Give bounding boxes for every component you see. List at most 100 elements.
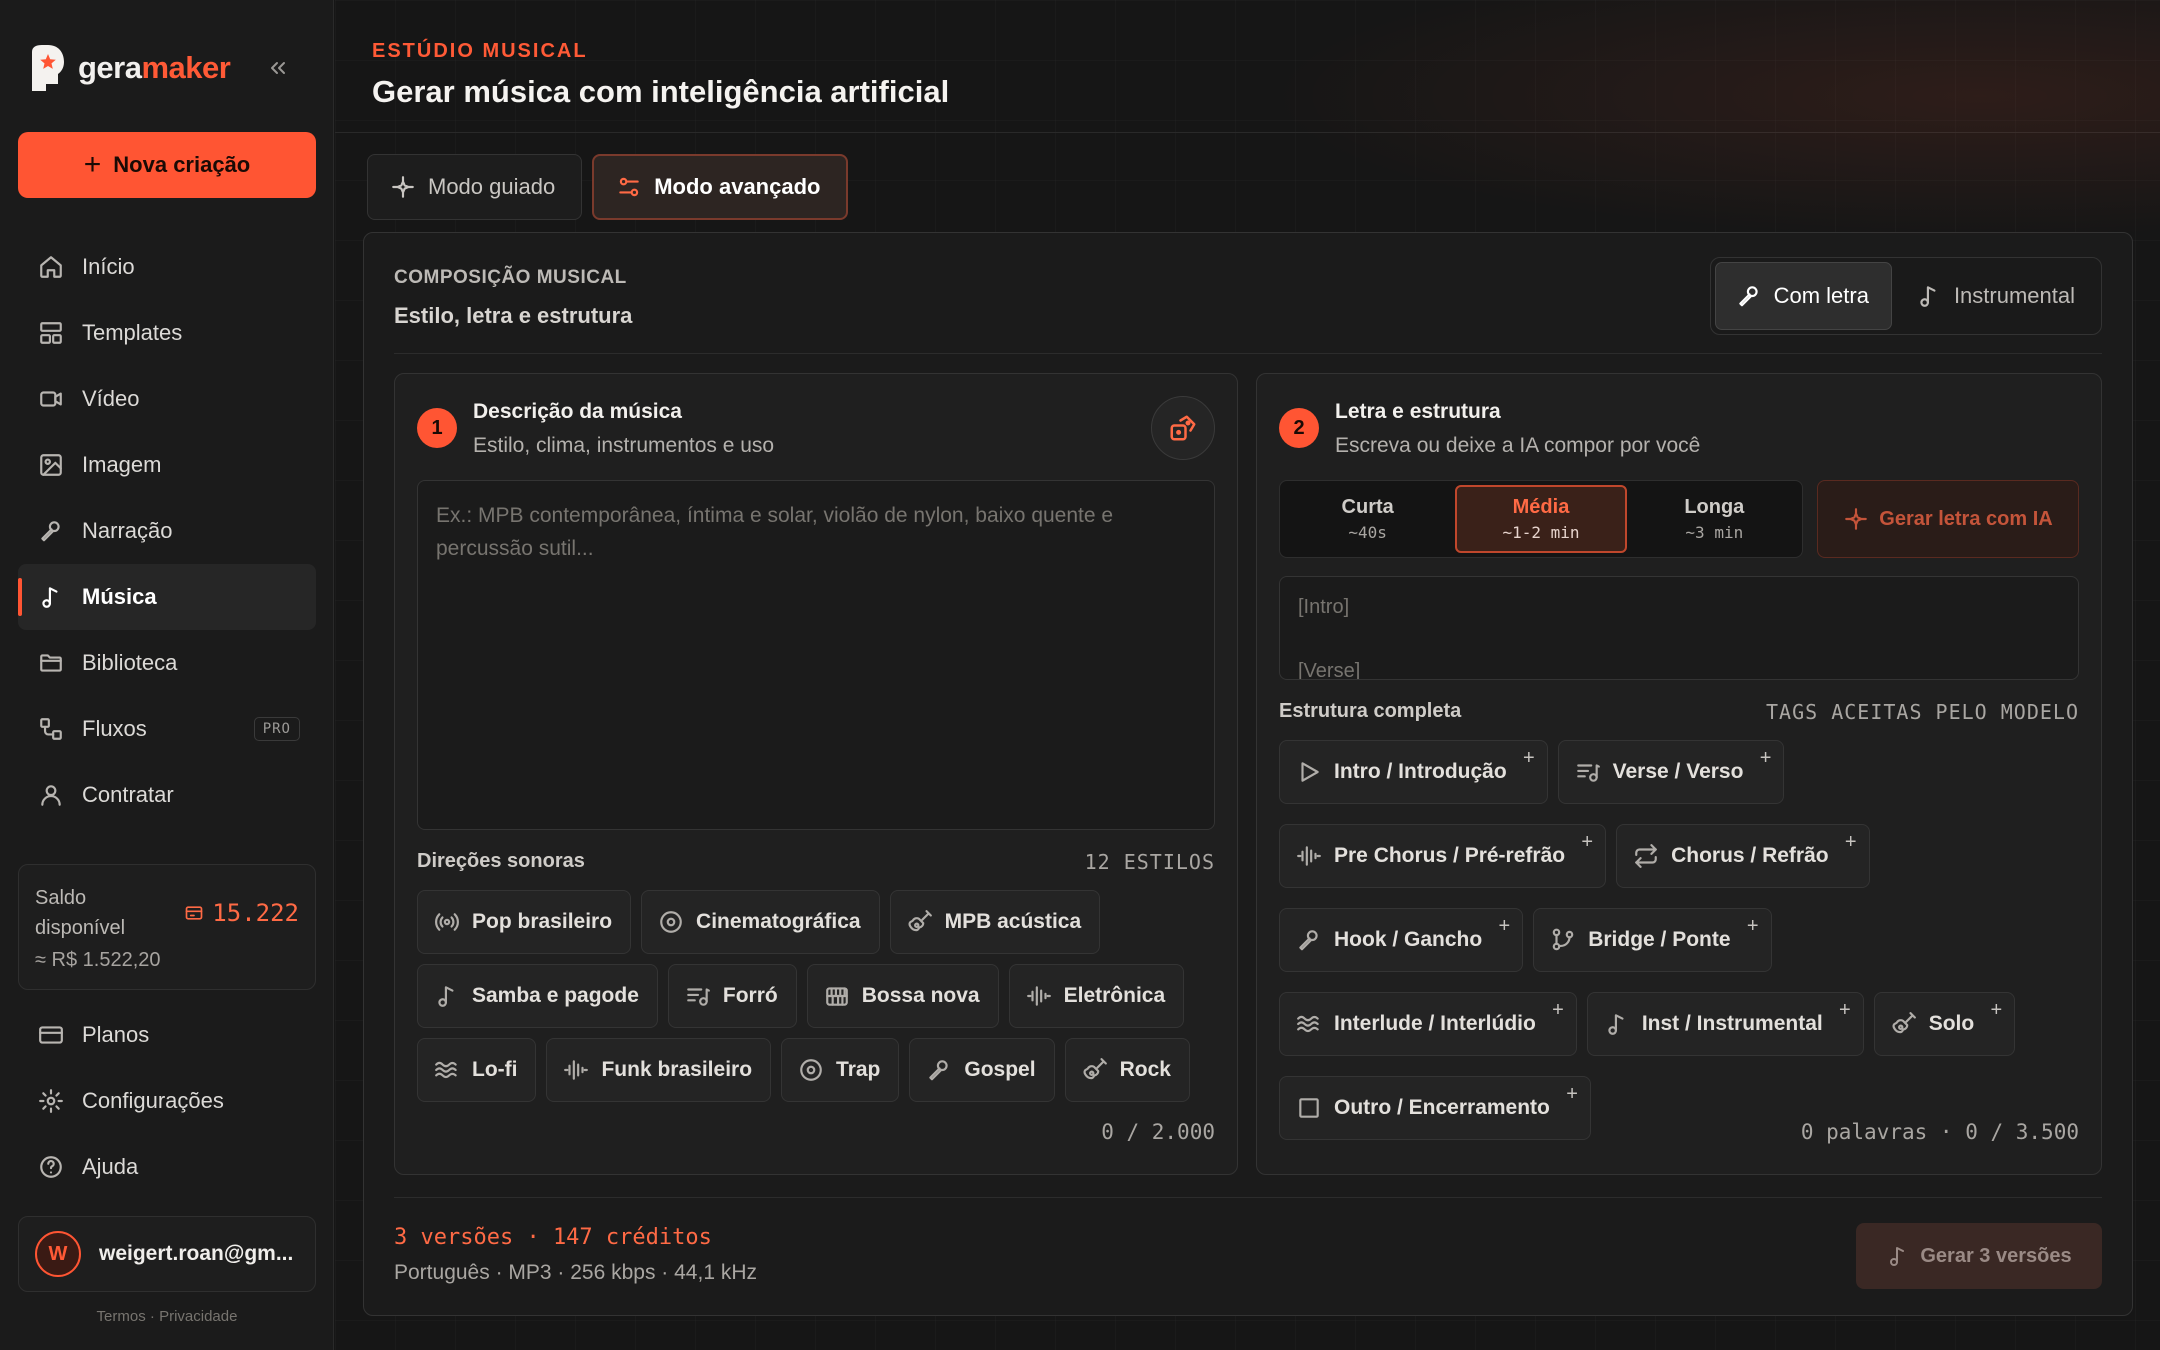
waveform-icon [1026, 983, 1052, 1009]
style-chip[interactable]: Samba e pagode [417, 964, 658, 1028]
style-chip[interactable]: Pop brasileiro [417, 890, 632, 954]
generate-versions-button[interactable]: Gerar 3 versões [1856, 1223, 2102, 1289]
length-time: ~1-2 min [1502, 523, 1580, 542]
structure-tag[interactable]: Solo + [1873, 992, 2016, 1056]
sidebar-item-narracao[interactable]: Narração [18, 498, 316, 564]
sidebar-item-contratar[interactable]: Contratar [18, 762, 316, 828]
plus-icon: + [1746, 915, 1759, 937]
play-icon [1296, 759, 1322, 785]
microphone-icon [1736, 283, 1762, 309]
plus-icon: + [1581, 831, 1594, 853]
new-creation-button[interactable]: + Nova criação [18, 132, 316, 198]
video-icon [38, 386, 64, 412]
description-textarea[interactable]: Ex.: MPB contemporânea, íntima e solar, … [417, 480, 1215, 830]
sidebar-item-planos[interactable]: Planos [18, 1002, 316, 1068]
composition-panel: COMPOSIÇÃO MUSICAL Estilo, letra e estru… [363, 232, 2133, 1316]
style-chip[interactable]: Rock [1064, 1038, 1190, 1102]
waves-icon [434, 1057, 460, 1083]
tag-label: Outro / Encerramento [1334, 1096, 1550, 1119]
tag-label: Chorus / Refrão [1671, 844, 1829, 867]
list-music-icon [1575, 759, 1601, 785]
chip-label: Samba e pagode [472, 984, 639, 1007]
privacy-link[interactable]: Privacidade [159, 1308, 237, 1325]
sidebar-item-ajuda[interactable]: Ajuda [18, 1134, 316, 1200]
plus-icon: + [1498, 915, 1511, 937]
structure-tag[interactable]: Hook / Gancho + [1279, 908, 1524, 972]
disc-icon [658, 909, 684, 935]
list-music-icon [685, 983, 711, 1009]
structure-tag[interactable]: Bridge / Ponte + [1533, 908, 1772, 972]
style-chip[interactable]: Cinematográfica [641, 890, 880, 954]
structure-tag[interactable]: Pre Chorus / Pré-refrão + [1279, 824, 1607, 888]
style-chip[interactable]: Funk brasileiro [546, 1038, 772, 1102]
tab-advanced-mode[interactable]: Modo avançado [592, 154, 849, 220]
sidebar-item-musica[interactable]: Música [18, 564, 316, 630]
sidebar-item-inicio[interactable]: Início [18, 234, 316, 300]
plus-icon: + [1522, 747, 1535, 769]
structure-tag[interactable]: Intro / Introdução + [1279, 740, 1548, 804]
with-lyrics-option[interactable]: Com letra [1714, 262, 1892, 330]
length-option-short[interactable]: Curta ~40s [1284, 485, 1451, 553]
structure-tag[interactable]: Verse / Verso + [1557, 740, 1785, 804]
tag-label: Inst / Instrumental [1641, 1012, 1823, 1035]
guitar-icon [1082, 1057, 1108, 1083]
balance-credits: 15.222 [184, 899, 299, 927]
style-chip[interactable]: Forró [667, 964, 797, 1028]
guitar-icon [1891, 1011, 1917, 1037]
structure-meta: TAGS ACEITAS PELO MODELO [1766, 700, 2079, 724]
length-name: Curta [1341, 496, 1394, 518]
music-note-icon [38, 584, 64, 610]
chip-label: Bossa nova [861, 984, 980, 1007]
length-time: ~40s [1348, 523, 1387, 542]
length-option-long[interactable]: Longa ~3 min [1631, 485, 1798, 553]
length-option-medium[interactable]: Média ~1-2 min [1455, 485, 1627, 553]
chip-label: Funk brasileiro [601, 1058, 753, 1081]
terms-link[interactable]: Termos [97, 1308, 146, 1325]
lyrics-word-counter: 0 palavras · 0 / 3.500 [1800, 1120, 2079, 1144]
structure-tag[interactable]: Outro / Encerramento + [1279, 1076, 1591, 1140]
sidebar-item-label: Fluxos [82, 716, 147, 741]
style-chip[interactable]: Bossa nova [806, 964, 999, 1028]
option-label: Instrumental [1953, 283, 2075, 308]
panel-eyebrow: COMPOSIÇÃO MUSICAL [394, 267, 627, 288]
waveform-icon [1296, 843, 1322, 869]
sidebar-item-biblioteca[interactable]: Biblioteca [18, 630, 316, 696]
user-account[interactable]: W weigert.roan@gm... [18, 1216, 316, 1292]
style-chip[interactable]: Trap [781, 1038, 900, 1102]
balance-card[interactable]: Saldo disponível ≈ R$ 1.522,20 15.222 [18, 864, 316, 990]
sidebar-item-fluxos[interactable]: Fluxos PRO [18, 696, 316, 762]
square-icon [1296, 1095, 1322, 1121]
sidebar-item-video[interactable]: Vídeo [18, 366, 316, 432]
sidebar-item-imagem[interactable]: Imagem [18, 432, 316, 498]
sidebar-item-configuracoes[interactable]: Configurações [18, 1068, 316, 1134]
guitar-icon [907, 909, 933, 935]
structure-tag[interactable]: Interlude / Interlúdio + [1279, 992, 1577, 1056]
branch-icon [1550, 927, 1576, 953]
sidebar-item-templates[interactable]: Templates [18, 300, 316, 366]
mode-tabs: Modo guiado Modo avançado [367, 154, 849, 220]
lyrics-textarea[interactable]: [Intro] [Verse] [1279, 576, 2079, 680]
style-chip[interactable]: Gospel [909, 1038, 1055, 1102]
button-label: Gerar 3 versões [1920, 1244, 2072, 1267]
style-chip[interactable]: MPB acústica [889, 890, 1101, 954]
style-chip[interactable]: Eletrônica [1008, 964, 1185, 1028]
button-label: Gerar letra com IA [1879, 507, 2053, 530]
card-description: Estilo, clima, instrumentos e uso [473, 434, 775, 457]
page-eyebrow: ESTÚDIO MUSICAL [372, 40, 588, 62]
chip-label: Eletrônica [1063, 984, 1166, 1007]
style-chip[interactable]: Lo-fi [417, 1038, 537, 1102]
lyrics-card: 2 Letra e estrutura Escreva ou deixe a I… [1256, 373, 2102, 1175]
brand-logo[interactable]: geramaker [26, 44, 231, 92]
sparkle-icon [390, 174, 416, 200]
music-note-icon [1604, 1011, 1630, 1037]
instrumental-option[interactable]: Instrumental [1896, 262, 2097, 330]
randomize-button[interactable] [1151, 396, 1215, 460]
chip-label: Pop brasileiro [472, 910, 613, 933]
piano-icon [824, 983, 850, 1009]
structure-tag[interactable]: Chorus / Refrão + [1616, 824, 1870, 888]
generate-lyrics-button[interactable]: Gerar letra com IA [1817, 480, 2079, 558]
collapse-sidebar-button[interactable] [262, 52, 294, 84]
tab-guided-mode[interactable]: Modo guiado [367, 154, 583, 220]
structure-tag[interactable]: Inst / Instrumental + [1586, 992, 1864, 1056]
tab-label: Modo guiado [428, 174, 556, 199]
